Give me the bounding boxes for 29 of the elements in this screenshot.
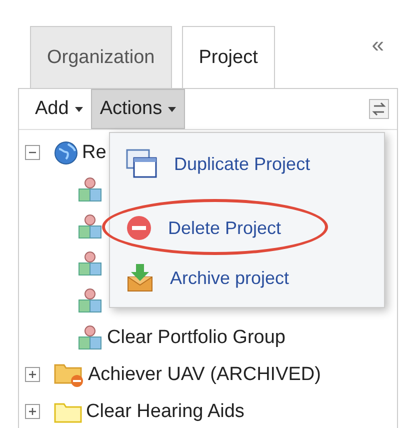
dropdown-button[interactable]: Add xyxy=(27,89,91,129)
group-icon xyxy=(77,288,103,314)
menu-item[interactable]: Delete Project xyxy=(110,203,384,253)
plus-box-icon[interactable] xyxy=(25,367,40,382)
dropdown-button[interactable]: Actions xyxy=(90,89,186,129)
group-icon xyxy=(77,214,103,240)
tree-item[interactable]: Clear Hearing Aids xyxy=(86,400,244,422)
archive-box-icon xyxy=(126,263,154,293)
tree-item[interactable]: Achiever UAV (ARCHIVED) xyxy=(88,364,321,386)
windows-icon xyxy=(126,149,158,179)
tab[interactable]: Organization xyxy=(30,26,172,88)
minus-box-icon[interactable] xyxy=(25,145,40,160)
minus-circle-icon xyxy=(126,215,152,241)
menu-item[interactable]: Duplicate Project xyxy=(110,139,384,189)
group-icon xyxy=(77,250,103,276)
group-icon xyxy=(77,324,103,350)
swap-arrows-icon[interactable] xyxy=(369,99,389,119)
folder-icon xyxy=(54,400,82,422)
tree-item[interactable]: Re xyxy=(82,142,106,164)
collapse-button[interactable]: « xyxy=(372,32,384,58)
caret-icon xyxy=(168,106,176,112)
menu-item[interactable]: Archive project xyxy=(110,253,384,303)
plus-box-icon[interactable] xyxy=(25,404,40,419)
archived-folder-icon xyxy=(54,362,84,388)
caret-icon xyxy=(74,106,83,112)
globe-icon xyxy=(54,140,78,164)
tab[interactable]: Project xyxy=(182,26,275,88)
tree-item[interactable]: Clear Portfolio Group xyxy=(107,326,286,348)
group-icon xyxy=(77,176,103,202)
